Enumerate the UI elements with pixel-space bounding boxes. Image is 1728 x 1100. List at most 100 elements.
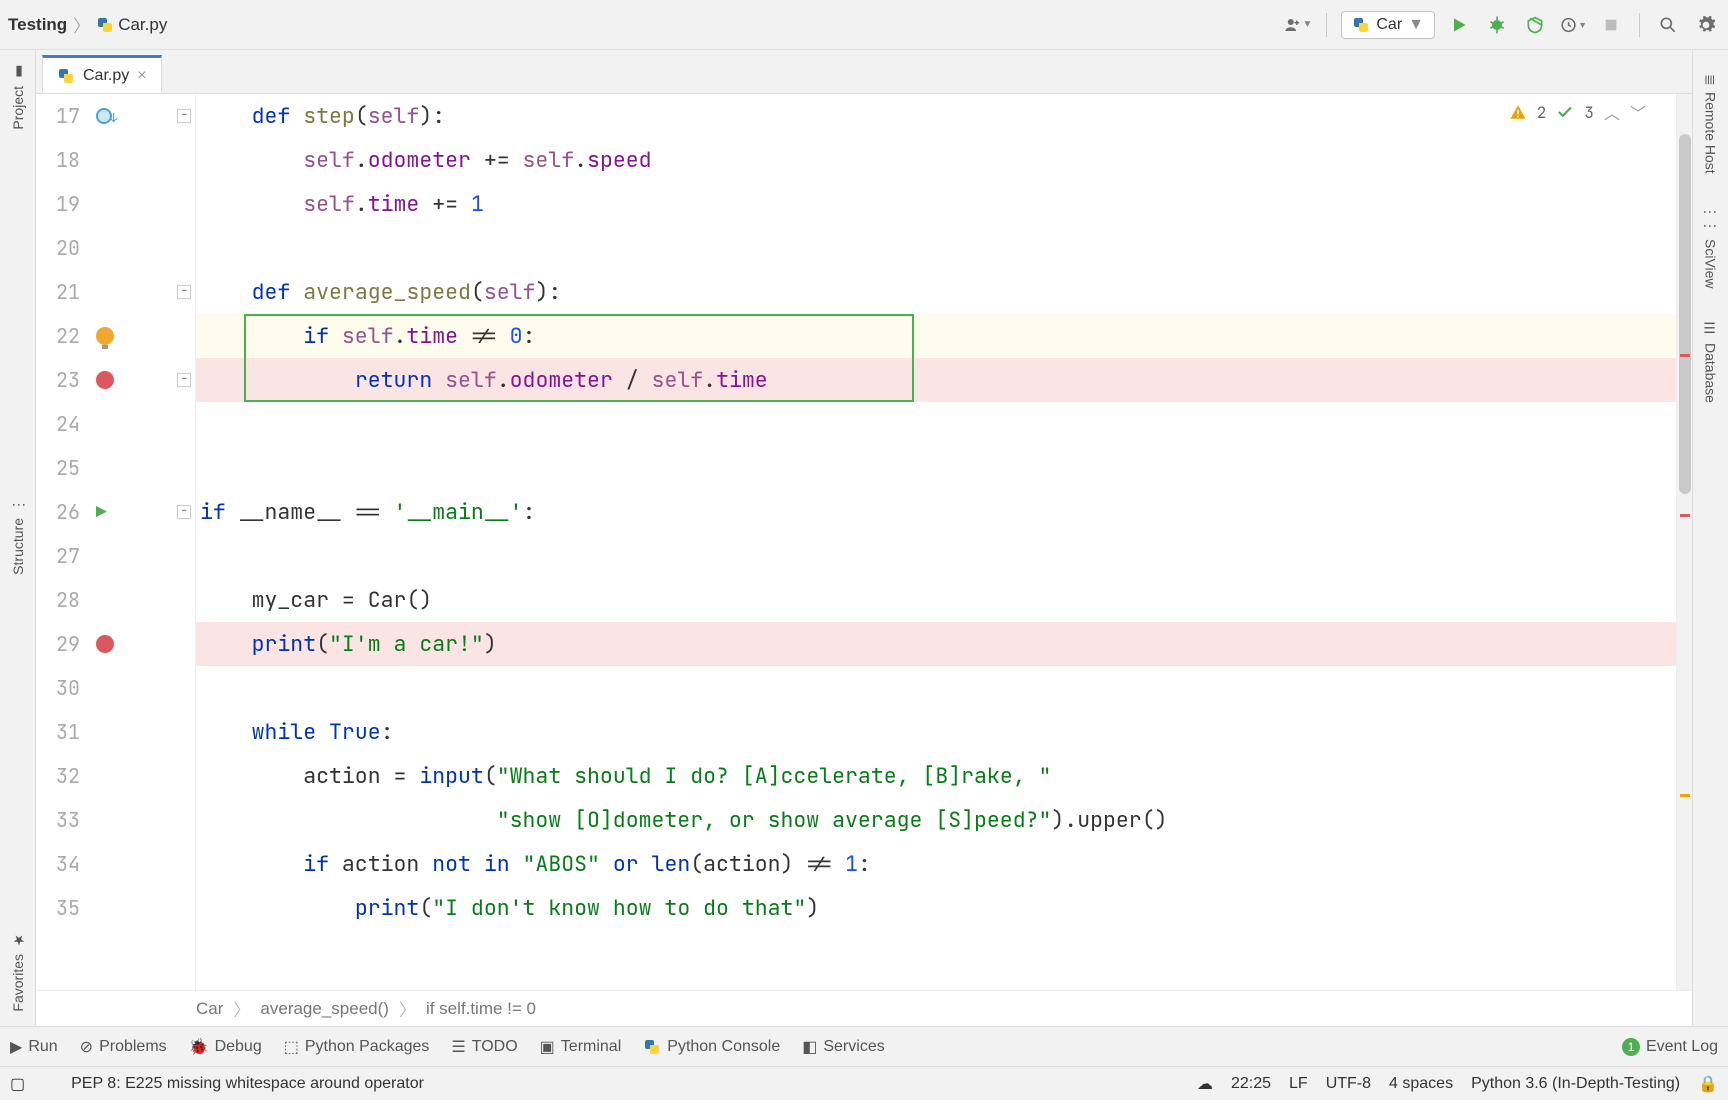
- add-user-button[interactable]: ▼: [1284, 11, 1312, 39]
- gutter-row[interactable]: 35: [36, 886, 195, 930]
- sciview-tool-button[interactable]: ⋮⋮ SciView: [1699, 191, 1723, 303]
- debug-button[interactable]: [1483, 11, 1511, 39]
- gutter-row[interactable]: 27: [36, 534, 195, 578]
- stop-button[interactable]: [1597, 11, 1625, 39]
- breadcrumb-file[interactable]: Car.py: [96, 15, 167, 35]
- code-line[interactable]: self.time += 1: [196, 182, 1676, 226]
- code-line[interactable]: return self.odometer / self.time: [196, 358, 1676, 402]
- override-icon[interactable]: [96, 108, 112, 124]
- code-area[interactable]: 2 3 ︿ ﹀ def step(self): self.odometer +=…: [196, 94, 1676, 990]
- breakpoint-icon[interactable]: [96, 371, 114, 389]
- lock-icon[interactable]: 🔒: [1698, 1074, 1718, 1094]
- terminal-tool-button[interactable]: ▣Terminal: [540, 1037, 622, 1057]
- gutter-row[interactable]: 30: [36, 666, 195, 710]
- gutter-row[interactable]: 19: [36, 182, 195, 226]
- run-button[interactable]: [1445, 11, 1473, 39]
- line-separator[interactable]: LF: [1289, 1075, 1308, 1093]
- gutter-row[interactable]: 23: [36, 358, 195, 402]
- code-line[interactable]: if action not in "ABOS" or len(action) !…: [196, 842, 1676, 886]
- gutter-row[interactable]: 31: [36, 710, 195, 754]
- run-gutter-icon[interactable]: ▶: [96, 501, 107, 524]
- stripe-error-mark[interactable]: [1680, 514, 1690, 517]
- chevron-up-icon[interactable]: ︿: [1604, 100, 1620, 124]
- gutter-row[interactable]: 33: [36, 798, 195, 842]
- nav-crumb[interactable]: average_speed(): [260, 999, 389, 1019]
- breadcrumb-sep: 〉: [73, 12, 90, 37]
- fold-icon[interactable]: [177, 109, 191, 123]
- packages-tool-button[interactable]: ⬚Python Packages: [284, 1037, 430, 1057]
- editor: Car.py × 17181920212223242526▶2728293031…: [36, 50, 1692, 1026]
- intention-bulb-icon[interactable]: [96, 327, 114, 345]
- nav-crumb[interactable]: Car: [196, 999, 223, 1019]
- interpreter[interactable]: Python 3.6 (In-Depth-Testing): [1471, 1075, 1680, 1093]
- search-button[interactable]: [1654, 11, 1682, 39]
- caret-position[interactable]: 22:25: [1231, 1075, 1271, 1093]
- event-log-button[interactable]: 1Event Log: [1622, 1038, 1718, 1056]
- code-line[interactable]: my_car = Car(): [196, 578, 1676, 622]
- sync-icon[interactable]: ☁: [1197, 1074, 1213, 1094]
- error-stripe[interactable]: [1676, 94, 1692, 990]
- fold-icon[interactable]: [177, 505, 191, 519]
- database-tool-button[interactable]: ☰ Database: [1699, 307, 1723, 417]
- scrollbar-thumb[interactable]: [1679, 134, 1691, 494]
- code-line[interactable]: action = input("What should I do? [A]cce…: [196, 754, 1676, 798]
- favorites-tool-button[interactable]: Favorites ★: [6, 918, 30, 1026]
- structure-tool-button[interactable]: Structure ⋮: [6, 484, 30, 589]
- code-line[interactable]: print("I don't know how to do that"): [196, 886, 1676, 930]
- code-line[interactable]: self.odometer += self.speed: [196, 138, 1676, 182]
- debug-tool-button[interactable]: 🐞Debug: [189, 1037, 262, 1057]
- settings-button[interactable]: [1692, 11, 1720, 39]
- gutter-row[interactable]: 28: [36, 578, 195, 622]
- remote-host-tool-button[interactable]: ≣ Remote Host: [1699, 60, 1723, 187]
- encoding[interactable]: UTF-8: [1326, 1075, 1371, 1093]
- gutter-row[interactable]: 24: [36, 402, 195, 446]
- code-line[interactable]: if __name__ == '__main__':: [196, 490, 1676, 534]
- gutter-row[interactable]: 22: [36, 314, 195, 358]
- code-line[interactable]: [196, 534, 1676, 578]
- code-line[interactable]: if self.time != 0:: [196, 314, 1676, 358]
- gutter-row[interactable]: 32: [36, 754, 195, 798]
- code-line[interactable]: def average_speed(self):: [196, 270, 1676, 314]
- gutter-row[interactable]: 25: [36, 446, 195, 490]
- code-line[interactable]: [196, 226, 1676, 270]
- tool-windows-icon[interactable]: ▢: [10, 1074, 25, 1094]
- code-line[interactable]: print("I'm a car!"): [196, 622, 1676, 666]
- gutter-row[interactable]: 18: [36, 138, 195, 182]
- fold-icon[interactable]: [177, 373, 191, 387]
- gutter-row[interactable]: 20: [36, 226, 195, 270]
- services-tool-button[interactable]: ◧Services: [802, 1037, 884, 1057]
- code-line[interactable]: while True:: [196, 710, 1676, 754]
- fold-icon[interactable]: [177, 285, 191, 299]
- chevron-down-icon[interactable]: ﹀: [1630, 100, 1646, 124]
- gutter[interactable]: 17181920212223242526▶272829303132333435: [36, 94, 196, 990]
- project-tool-button[interactable]: Project ▮: [6, 50, 30, 144]
- nav-crumb[interactable]: if self.time != 0: [426, 999, 536, 1019]
- run-tool-button[interactable]: ▶Run: [10, 1037, 58, 1057]
- close-icon[interactable]: ×: [137, 67, 146, 85]
- indent[interactable]: 4 spaces: [1389, 1075, 1453, 1093]
- gutter-row[interactable]: 34: [36, 842, 195, 886]
- breadcrumb-project[interactable]: Testing: [8, 15, 67, 35]
- problems-tool-button[interactable]: ⊘Problems: [80, 1037, 167, 1057]
- stripe-warning-mark[interactable]: [1680, 794, 1690, 797]
- stripe-error-mark[interactable]: [1680, 354, 1690, 357]
- run-config-selector[interactable]: Car ▼: [1341, 11, 1435, 39]
- coverage-button[interactable]: [1521, 11, 1549, 39]
- code-line[interactable]: "show [O]dometer, or show average [S]pee…: [196, 798, 1676, 842]
- gutter-row[interactable]: 17: [36, 94, 195, 138]
- code-line[interactable]: def step(self):: [196, 94, 1676, 138]
- breakpoint-icon[interactable]: [96, 635, 114, 653]
- gutter-row[interactable]: 29: [36, 622, 195, 666]
- code-line[interactable]: [196, 402, 1676, 446]
- code-line[interactable]: [196, 446, 1676, 490]
- sciview-icon: ⋮⋮: [1703, 205, 1719, 233]
- editor-tab[interactable]: Car.py ×: [42, 55, 162, 93]
- inspection-widget[interactable]: 2 3 ︿ ﹀: [1509, 100, 1646, 124]
- code-line[interactable]: [196, 666, 1676, 710]
- gutter-row[interactable]: 26▶: [36, 490, 195, 534]
- structure-label: Structure: [10, 518, 26, 575]
- profile-button[interactable]: ▼: [1559, 11, 1587, 39]
- console-tool-button[interactable]: Python Console: [643, 1038, 780, 1056]
- todo-tool-button[interactable]: ☰TODO: [451, 1037, 517, 1057]
- gutter-row[interactable]: 21: [36, 270, 195, 314]
